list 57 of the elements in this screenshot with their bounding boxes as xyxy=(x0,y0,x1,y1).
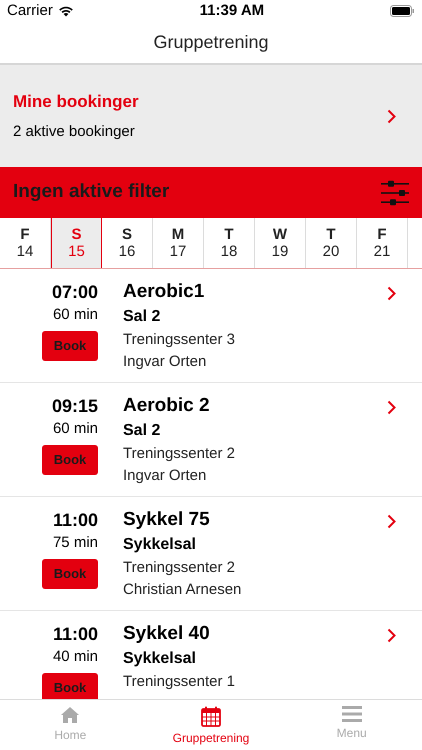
class-time: 07:00 xyxy=(52,281,98,303)
screen-title: Gruppetrening xyxy=(153,31,269,54)
class-duration: 40 min xyxy=(52,647,98,667)
class-room: Sykkelsal xyxy=(123,649,197,669)
class-name: Sykkel 40 xyxy=(123,623,211,645)
bookings-count: 2 aktive bookinger xyxy=(13,122,136,142)
class-duration: 75 min xyxy=(52,533,98,553)
day-tab[interactable]: M 17 xyxy=(153,218,204,268)
class-center: Treningssenter 2 xyxy=(123,444,236,464)
house-icon xyxy=(60,706,80,724)
class-center: Treningssenter 1 xyxy=(123,672,236,692)
class-room: Sykkelsal xyxy=(123,535,197,555)
carrier-label: Carrier xyxy=(7,0,53,21)
class-time: 09:15 xyxy=(52,395,98,417)
book-button[interactable]: Book xyxy=(42,673,98,699)
chevron-icon xyxy=(387,400,396,415)
day-tab[interactable]: W 19 xyxy=(255,218,306,268)
day-tab[interactable]: T 18 xyxy=(204,218,255,268)
calendar-icon xyxy=(201,706,221,727)
book-button[interactable]: Book xyxy=(42,445,98,475)
class-instructor: Ingvar Orten xyxy=(123,466,208,486)
class-duration: 60 min xyxy=(52,419,98,439)
class-center: Treningssenter 2 xyxy=(123,558,236,578)
class-name: Aerobic1 xyxy=(123,281,206,303)
day-tab[interactable]: F 21 xyxy=(357,218,408,268)
day-tab[interactable]: T 20 xyxy=(306,218,357,268)
filter-bar[interactable]: Ingen aktive filter xyxy=(0,167,422,218)
chevron-icon xyxy=(387,628,396,643)
class-time: 11:00 xyxy=(52,623,98,645)
bookings-row[interactable]: Mine bookinger 2 aktive bookinger xyxy=(0,65,422,167)
class-time: 11:00 xyxy=(52,509,98,531)
tab-bar-item[interactable]: Gruppetrening xyxy=(140,700,282,750)
day-tab[interactable]: S 15 xyxy=(51,218,102,268)
menu-icon xyxy=(342,706,362,722)
battery-icon xyxy=(390,5,415,17)
sliders-icon[interactable] xyxy=(380,180,410,206)
status-time: 11:39 AM xyxy=(200,0,264,21)
chevron-icon xyxy=(387,514,396,529)
class-instructor: Christian Arnesen xyxy=(123,580,242,600)
chevron-icon xyxy=(387,108,396,124)
day-tab[interactable]: S 16 xyxy=(102,218,153,268)
class-duration: 60 min xyxy=(52,305,98,325)
bookings-title: Mine bookinger xyxy=(13,91,139,113)
class-row[interactable]: 09:15 60 min Book Aerobic 2 Sal 2 Treningssenter 2 Ingvar Orten xyxy=(0,383,422,497)
chevron-icon xyxy=(387,286,396,301)
class-instructor: Ingvar Orten xyxy=(123,352,208,372)
class-name: Aerobic 2 xyxy=(123,395,211,417)
book-button[interactable]: Book xyxy=(42,559,98,589)
class-row[interactable]: 11:00 75 min Book Sykkel 75 Sykkelsal Treningssenter 2 Christian Arnesen xyxy=(0,497,422,611)
filter-label: Ingen aktive filter xyxy=(13,180,170,204)
class-row[interactable]: 07:00 60 min Book Aerobic1 Sal 2 Treningssenter 3 Ingvar Orten xyxy=(0,269,422,383)
class-center: Treningssenter 3 xyxy=(123,330,236,350)
book-button[interactable]: Book xyxy=(42,331,98,361)
class-name: Sykkel 75 xyxy=(123,509,211,531)
wifi-icon xyxy=(58,5,74,17)
class-room: Sal 2 xyxy=(123,307,162,327)
class-room: Sal 2 xyxy=(123,421,162,441)
